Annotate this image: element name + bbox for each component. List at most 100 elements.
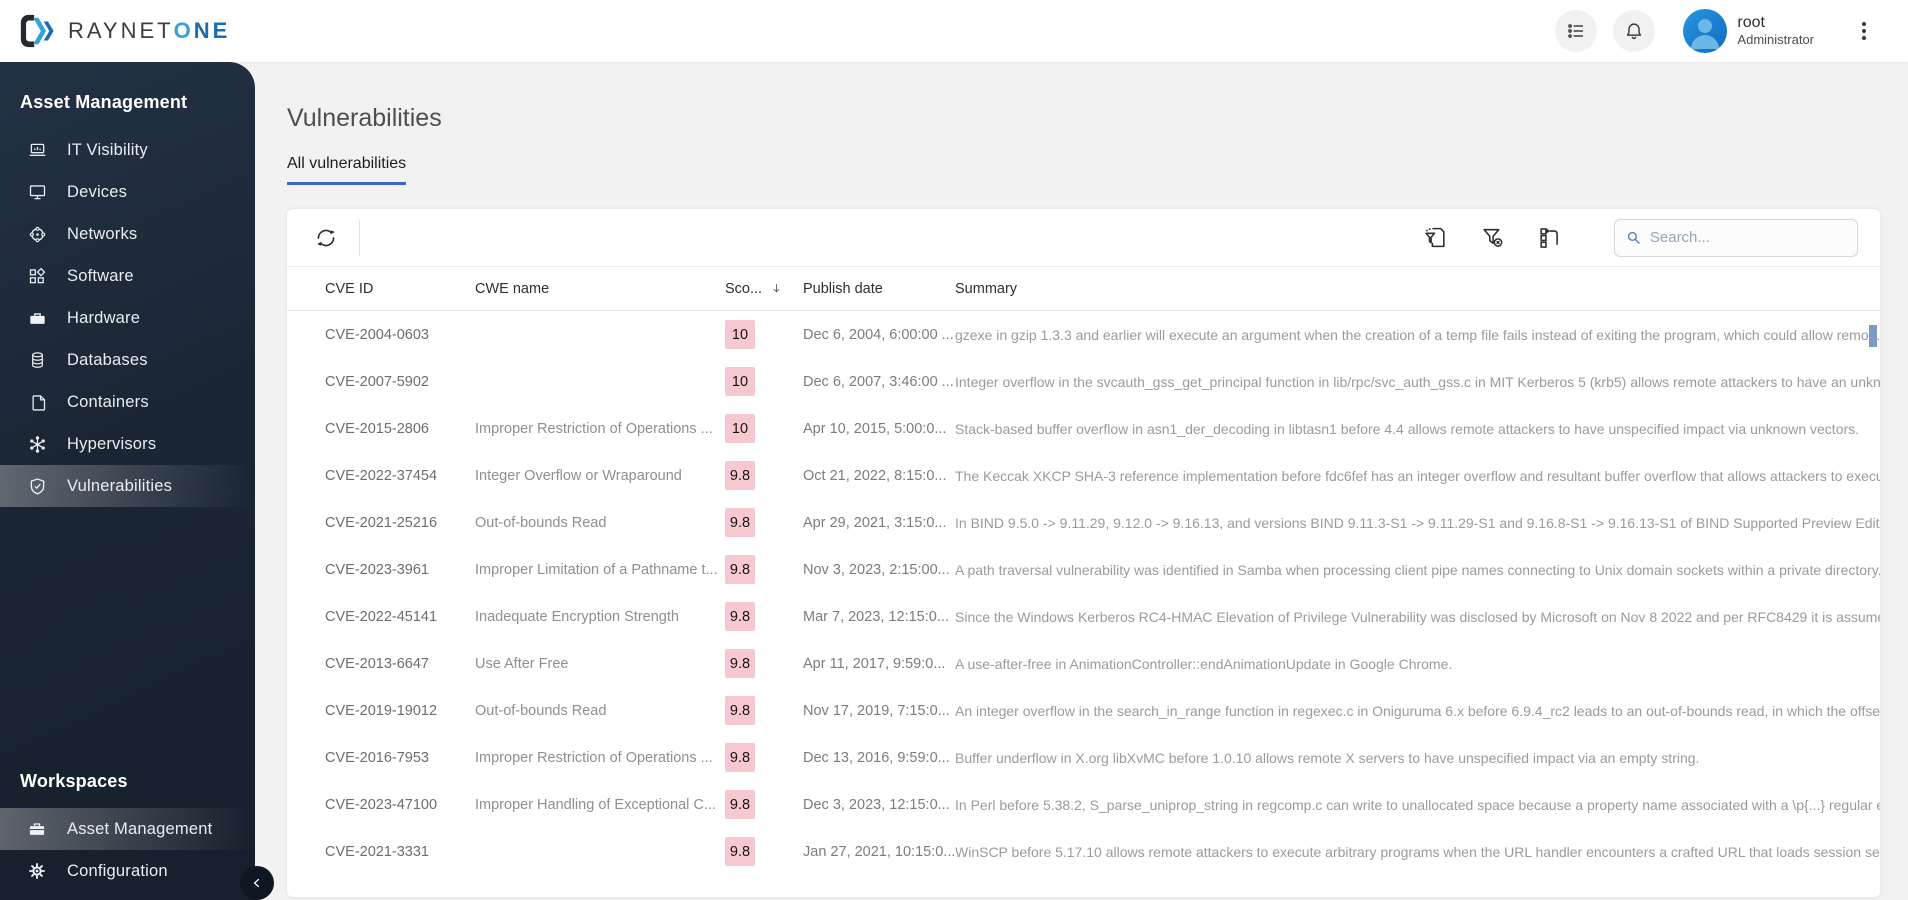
table-body: CVE-2004-0603 10 Dec 6, 2004, 6:00:00 ..… <box>287 311 1880 875</box>
sidebar-item-it-visibility[interactable]: IT Visibility <box>0 129 255 171</box>
workspace-item-configuration[interactable]: Configuration <box>0 850 255 892</box>
cell-summary: An integer overflow in the search_in_ran… <box>955 702 1880 719</box>
cell-publish-date: Apr 10, 2015, 5:00:0... <box>803 420 947 437</box>
cell-cve-id: CVE-2007-5902 <box>325 373 429 390</box>
score-badge: 10 <box>725 320 755 349</box>
table-row[interactable]: CVE-2015-2806 Improper Restriction of Op… <box>287 405 1880 452</box>
database-icon <box>26 350 48 371</box>
cell-cwe-name: Out-of-bounds Read <box>475 702 607 719</box>
cell-score: 9.8 <box>725 602 795 631</box>
main-content: Vulnerabilities All vulnerabilities Sear… <box>255 62 1908 900</box>
app-squares-icon <box>26 266 48 287</box>
table-row[interactable]: CVE-2022-45141 Inadequate Encryption Str… <box>287 593 1880 640</box>
cell-summary: In BIND 9.5.0 -> 9.11.29, 9.12.0 -> 9.16… <box>955 514 1880 531</box>
table-header: CVE ID CWE name Sco... Publish date Summ… <box>287 267 1880 311</box>
table-row[interactable]: CVE-2023-3961 Improper Limitation of a P… <box>287 546 1880 593</box>
score-badge: 9.8 <box>725 508 755 537</box>
cell-summary: Stack-based buffer overflow in asn1_der_… <box>955 420 1860 437</box>
table-row[interactable]: CVE-2022-37454 Integer Overflow or Wrapa… <box>287 452 1880 499</box>
table-row[interactable]: CVE-2004-0603 10 Dec 6, 2004, 6:00:00 ..… <box>287 311 1880 358</box>
cell-cve-id: CVE-2013-6647 <box>325 655 429 672</box>
table-row[interactable]: CVE-2016-7953 Improper Restriction of Op… <box>287 734 1880 781</box>
table-row[interactable]: CVE-2007-5902 10 Dec 6, 2007, 3:46:00 ..… <box>287 358 1880 405</box>
cell-summary: gzexe in gzip 1.3.3 and earlier will exe… <box>955 326 1880 343</box>
table-row[interactable]: CVE-2023-47100 Improper Handling of Exce… <box>287 781 1880 828</box>
cell-summary: WinSCP before 5.17.10 allows remote atta… <box>955 843 1880 860</box>
clear-filter-button[interactable] <box>1476 221 1509 254</box>
vulnerabilities-table-card: CVE ID CWE name Sco... Publish date Summ… <box>287 209 1880 897</box>
column-header-publish-date[interactable]: Publish date <box>795 281 955 297</box>
cell-summary: Buffer underflow in X.org libXvMC before… <box>955 749 1700 766</box>
task-list-button[interactable] <box>1555 10 1598 52</box>
cell-score: 9.8 <box>725 555 795 584</box>
cell-cve-id: CVE-2023-3961 <box>325 561 429 578</box>
refresh-button[interactable] <box>309 221 343 255</box>
column-header-cwe-name[interactable]: CWE name <box>475 281 725 297</box>
cell-cve-id: CVE-2019-19012 <box>325 702 438 719</box>
cell-publish-date: Dec 6, 2004, 6:00:00 ... <box>803 326 954 343</box>
cell-cve-id: CVE-2021-25216 <box>325 514 438 531</box>
cell-publish-date: Apr 11, 2017, 9:59:0... <box>803 655 946 672</box>
tab-all-vulnerabilities[interactable]: All vulnerabilities <box>287 155 407 185</box>
sidebar-item-software[interactable]: Software <box>0 255 255 297</box>
table-row[interactable]: CVE-2013-6647 Use After Free 9.8 Apr 11,… <box>287 640 1880 687</box>
sidebar-item-devices[interactable]: Devices <box>0 171 255 213</box>
cell-score: 9.8 <box>725 461 795 490</box>
shield-check-icon <box>26 476 48 497</box>
brand-logo: RAYNETONE <box>18 12 230 50</box>
gear-icon <box>26 861 48 881</box>
search-icon <box>1627 231 1640 244</box>
sort-descending-icon <box>773 284 780 293</box>
cell-cwe-name: Inadequate Encryption Strength <box>475 608 679 625</box>
sidebar-item-networks[interactable]: Networks <box>0 213 255 255</box>
task-list-icon <box>1568 24 1584 38</box>
hypervisor-icon <box>26 434 48 455</box>
cell-cve-id: CVE-2022-45141 <box>325 608 438 625</box>
search-box <box>1614 218 1858 257</box>
sidebar-item-containers[interactable]: Containers <box>0 381 255 423</box>
workspaces-section: Workspaces Asset Management Configuratio… <box>0 771 255 892</box>
export-filtered-button[interactable] <box>1419 221 1452 254</box>
avatar[interactable] <box>1683 9 1728 53</box>
kebab-menu-button[interactable] <box>1856 16 1872 46</box>
score-badge: 10 <box>725 414 755 443</box>
score-badge: 9.8 <box>725 743 755 772</box>
cell-score: 9.8 <box>725 743 795 772</box>
sidebar-item-hardware[interactable]: Hardware <box>0 297 255 339</box>
column-header-score[interactable]: Sco... <box>725 281 795 297</box>
cell-cwe-name: Integer Overflow or Wraparound <box>475 467 682 484</box>
chevron-left-icon <box>253 878 260 888</box>
cell-score: 9.8 <box>725 696 795 725</box>
user-meta: root Administrator <box>1737 14 1814 47</box>
cell-summary: Since the Windows Kerberos RC4-HMAC Elev… <box>955 608 1880 625</box>
score-badge: 9.8 <box>725 696 755 725</box>
column-chooser-button[interactable] <box>1533 221 1566 254</box>
cell-publish-date: Nov 3, 2023, 2:15:00... <box>803 561 950 578</box>
notifications-button[interactable] <box>1613 10 1656 52</box>
cell-cve-id: CVE-2016-7953 <box>325 749 429 766</box>
table-row[interactable]: CVE-2019-19012 Out-of-bounds Read 9.8 No… <box>287 687 1880 734</box>
user-name: root <box>1737 14 1765 32</box>
raynetone-logo-icon <box>20 14 54 48</box>
cell-cwe-name: Improper Restriction of Operations ... <box>475 420 713 437</box>
cell-cve-id: CVE-2004-0603 <box>325 326 429 343</box>
sidebar-item-hypervisors[interactable]: Hypervisors <box>0 423 255 465</box>
workspace-item-asset-management[interactable]: Asset Management <box>0 808 255 850</box>
cell-score: 9.8 <box>725 508 795 537</box>
cell-publish-date: Nov 17, 2019, 7:15:0... <box>803 702 950 719</box>
score-badge: 9.8 <box>725 790 755 819</box>
search-input[interactable] <box>1649 229 1847 246</box>
sidebar-item-vulnerabilities[interactable]: Vulnerabilities <box>0 465 255 507</box>
score-badge: 9.8 <box>725 649 755 678</box>
column-header-summary[interactable]: Summary <box>955 281 1880 297</box>
sidebar-collapse-button[interactable] <box>240 866 274 900</box>
topbar: RAYNETONE root Administrator <box>0 0 1908 62</box>
table-row[interactable]: CVE-2021-3331 9.8 Jan 27, 2021, 10:15:0.… <box>287 828 1880 875</box>
cell-publish-date: Jan 27, 2021, 10:15:0... <box>803 843 955 860</box>
table-row[interactable]: CVE-2021-25216 Out-of-bounds Read 9.8 Ap… <box>287 499 1880 546</box>
monitor-icon <box>26 182 48 203</box>
page-title: Vulnerabilities <box>287 104 442 132</box>
column-header-cve-id[interactable]: CVE ID <box>325 281 475 297</box>
vertical-scrollbar-thumb[interactable] <box>1869 325 1877 347</box>
sidebar-item-databases[interactable]: Databases <box>0 339 255 381</box>
